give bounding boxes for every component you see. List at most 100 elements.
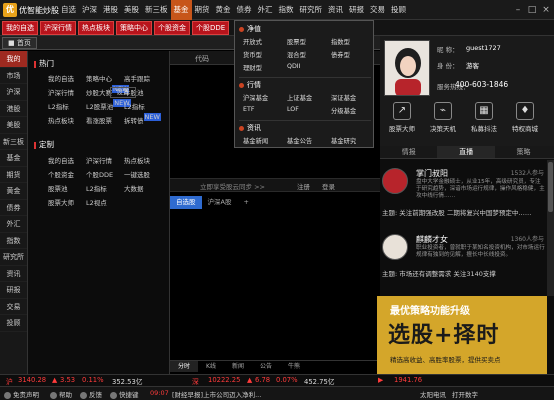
nav-item[interactable]: 期货: [0, 167, 27, 183]
menu-item[interactable]: 自选: [58, 0, 79, 20]
chart-mode-tab[interactable]: 公告: [252, 361, 280, 372]
menu-item[interactable]: 资讯: [325, 0, 346, 20]
scroll-thumb[interactable]: [548, 162, 553, 212]
nav-item[interactable]: 基金: [0, 150, 27, 167]
menu-item[interactable]: 研究所: [297, 0, 326, 20]
nav-item[interactable]: 美股: [0, 117, 27, 134]
right-tab[interactable]: 情报: [380, 146, 437, 158]
toolbar-button[interactable]: 个股资金: [154, 20, 190, 35]
custom-item[interactable]: 大数据: [124, 183, 166, 193]
dropdown-item[interactable]: ETF: [243, 106, 287, 115]
stock-list-tab[interactable]: 沪深A股: [202, 196, 238, 209]
custom-item[interactable]: 一键选股: [124, 169, 166, 179]
footer-right-2[interactable]: 打开数字: [452, 389, 478, 399]
menu-item[interactable]: 债券: [234, 0, 255, 20]
nav-item[interactable]: 投顾: [0, 315, 27, 332]
toolbar-button[interactable]: 沪深行情: [40, 20, 76, 35]
menu-item[interactable]: 指数: [276, 0, 297, 20]
feedback-link[interactable]: 反馈: [80, 389, 102, 399]
dropdown-item[interactable]: 深证基金: [331, 93, 375, 102]
nav-item[interactable]: 研究所: [0, 249, 27, 266]
nav-item[interactable]: 市场: [0, 68, 27, 84]
footer-right-1[interactable]: 太阳电讯: [420, 389, 446, 399]
custom-item[interactable]: 个股资金: [48, 169, 86, 179]
sh-index-value[interactable]: 3140.28: [18, 376, 46, 384]
tab-home[interactable]: ■ 首页: [2, 37, 37, 49]
cloud-sync-prompt[interactable]: 立即享受股云同步 >>: [200, 181, 265, 191]
nav-item[interactable]: 研报: [0, 282, 27, 299]
nav-item[interactable]: 指数: [0, 233, 27, 249]
custom-item[interactable]: 我的自选: [48, 155, 86, 165]
feature-decision[interactable]: ⌁ 决策天机: [423, 102, 463, 133]
hot-item[interactable]: 沪深行情: [48, 87, 86, 97]
sz-index-value[interactable]: 10222.25: [208, 376, 240, 384]
dropdown-item[interactable]: 基金公告: [287, 136, 331, 145]
nav-item[interactable]: 交易: [0, 299, 27, 315]
right-tab[interactable]: 策略: [495, 146, 552, 158]
chart-mode-tab[interactable]: K线: [198, 361, 224, 372]
menu-item[interactable]: 投顾: [388, 0, 409, 20]
menu-item[interactable]: 港股: [100, 0, 121, 20]
close-icon[interactable]: ×: [540, 4, 552, 16]
dropdown-item[interactable]: 理财型: [243, 63, 287, 72]
dropdown-item[interactable]: 基金研究: [331, 136, 375, 145]
hot-item[interactable]: 策略中心: [86, 73, 124, 83]
disclaimer-link[interactable]: 免责声明: [4, 389, 39, 399]
hot-item[interactable]: 高手跟踪: [124, 73, 166, 83]
settings-button[interactable]: 设置: [110, 87, 136, 98]
hot-item[interactable]: 拆转债NEW: [124, 113, 166, 125]
stock-list-tab[interactable]: 自选股: [170, 196, 202, 209]
hot-item[interactable]: L2股票池NEW: [86, 99, 131, 111]
dropdown-item[interactable]: 分级基金: [331, 106, 375, 115]
feature-mall[interactable]: ♦ 特权商城: [505, 102, 545, 133]
live-post[interactable]: 掌门叔阳 1532人参与 盘中大学金融硕士，从业15年，高级研究员，专注于研究趋…: [380, 162, 550, 230]
dropdown-item[interactable]: 股票型: [287, 37, 331, 46]
maximize-icon[interactable]: □: [526, 4, 538, 16]
hot-item[interactable]: L2指标: [124, 101, 166, 111]
feature-stock-master[interactable]: ↗ 股票大师: [382, 102, 422, 133]
chart-mode-tab[interactable]: 分时: [170, 361, 199, 372]
help-link[interactable]: 帮助: [50, 389, 72, 399]
menu-item[interactable]: 基金: [170, 0, 192, 20]
nav-item[interactable]: 外汇: [0, 216, 27, 233]
custom-item[interactable]: L2指标: [86, 183, 124, 193]
menu-item[interactable]: 黄金: [213, 0, 234, 20]
dropdown-item[interactable]: 开放式: [243, 37, 287, 46]
dropdown-item[interactable]: 货币型: [243, 50, 287, 59]
nav-item[interactable]: 黄金: [0, 183, 27, 200]
login-link[interactable]: 登录: [322, 181, 335, 191]
chart-mode-tab[interactable]: 新闻: [224, 361, 252, 372]
custom-item[interactable]: 股票大师: [48, 197, 86, 207]
menu-item[interactable]: 交易: [367, 0, 388, 20]
stock-list-tab[interactable]: +: [237, 196, 254, 209]
menu-item[interactable]: 外汇: [255, 0, 276, 20]
nav-item[interactable]: 沪深: [0, 84, 27, 101]
chart-mode-tab[interactable]: 牛熊: [280, 361, 308, 372]
custom-item[interactable]: 沪深行情: [86, 155, 124, 165]
nav-item[interactable]: 新三板: [0, 134, 27, 150]
custom-item[interactable]: 热点板块: [124, 155, 166, 165]
nav-item[interactable]: 我的: [0, 51, 27, 68]
dropdown-item[interactable]: 混合型: [287, 50, 331, 59]
dropdown-item[interactable]: 基金新闻: [243, 136, 287, 145]
shortcut-link[interactable]: 快捷键: [110, 389, 139, 399]
dropdown-item[interactable]: 上证基金: [287, 93, 331, 102]
menu-item[interactable]: 美股: [121, 0, 142, 20]
feature-private[interactable]: ▦ 私募抖法: [464, 102, 504, 133]
nav-item[interactable]: 港股: [0, 101, 27, 117]
toolbar-button[interactable]: 热点板块: [78, 20, 114, 35]
menu-item[interactable]: 新三板: [142, 0, 171, 20]
minimize-icon[interactable]: –: [512, 4, 524, 16]
toolbar-button[interactable]: 我的自选: [2, 20, 38, 35]
menu-item[interactable]: 期货: [192, 0, 213, 20]
dropdown-item[interactable]: 沪深基金: [243, 93, 287, 102]
custom-item[interactable]: 个股DDE: [86, 169, 124, 179]
nav-item[interactable]: 资讯: [0, 266, 27, 282]
news-ticker[interactable]: [财经早报]上市公司迈入净利...: [172, 389, 261, 399]
hot-item[interactable]: L2指标: [48, 101, 86, 111]
toolbar-button[interactable]: 策略中心: [116, 20, 152, 35]
dropdown-item[interactable]: QDII: [287, 63, 331, 72]
right-tab[interactable]: 直播: [437, 146, 495, 158]
dropdown-item[interactable]: LOF: [287, 106, 331, 115]
hot-item[interactable]: 我的自选: [48, 73, 86, 83]
